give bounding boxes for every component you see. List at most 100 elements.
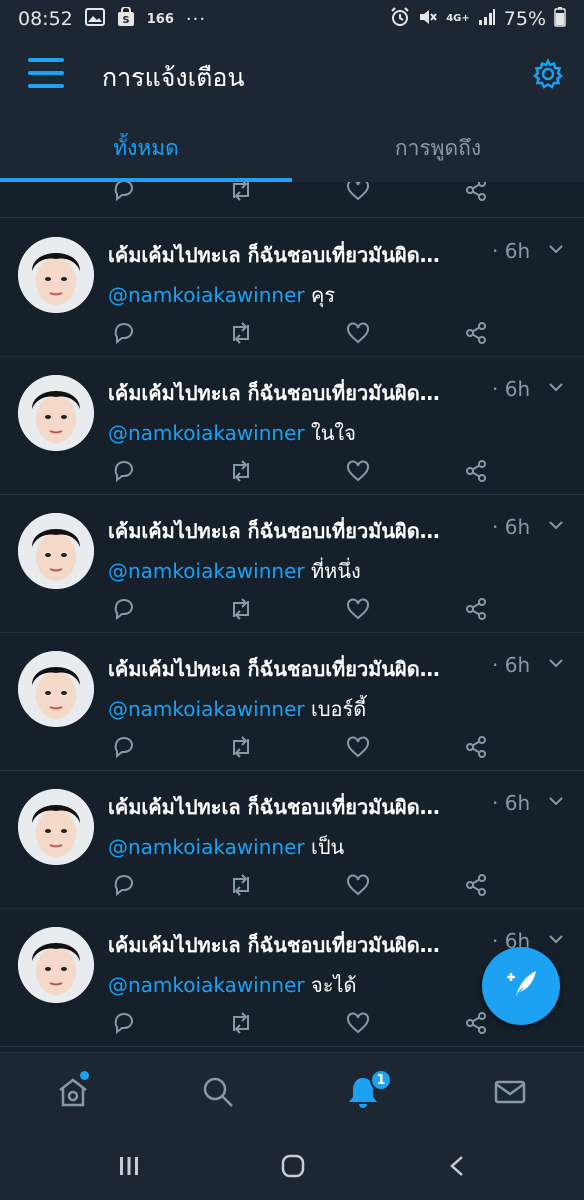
notification-content: เค้มเค้มไปทะเล ก็ฉันชอบเที่ยวมันผิด… · 6… (108, 653, 531, 725)
back-button[interactable] (446, 1154, 470, 1182)
avatar[interactable] (18, 513, 94, 589)
reply-icon[interactable] (112, 597, 136, 621)
chevron-down-icon[interactable] (548, 379, 564, 395)
nav-messages[interactable] (493, 1075, 527, 1109)
share-icon[interactable] (464, 597, 488, 621)
notification-time: · 6h (492, 791, 531, 815)
reply-icon[interactable] (112, 873, 136, 897)
like-icon[interactable] (346, 182, 370, 202)
tweet-actions (108, 182, 500, 202)
notification-time: · 6h (492, 653, 531, 677)
menu-line (28, 84, 64, 88)
reply-text: เบอร์ดี้ (310, 697, 367, 721)
compose-tweet-button[interactable] (482, 947, 560, 1025)
home-button[interactable] (281, 1154, 305, 1182)
signal-icon (478, 8, 496, 31)
notification-reply: @namkoiakawinner คุร (108, 279, 528, 311)
avatar[interactable] (18, 375, 94, 451)
compose-feather-icon (502, 965, 540, 1007)
notification-item[interactable]: เค้มเค้มไปทะเล ก็ฉันชอบเที่ยวมันผิด… · 6… (0, 357, 584, 495)
notifications-feed[interactable]: เค้มเค้มไปทะเล ก็ฉันชอบเที่ยวมันผิด… · 6… (0, 182, 584, 1052)
nav-notifications[interactable]: 1 (346, 1069, 392, 1109)
avatar[interactable] (18, 927, 94, 1003)
retweet-icon[interactable] (228, 1011, 252, 1035)
notification-item[interactable]: เค้มเค้มไปทะเล ก็ฉันชอบเที่ยวมันผิด… · 6… (0, 219, 584, 357)
reply-icon[interactable] (112, 735, 136, 759)
notification-tabs: ทั้งหมด การพูดถึง (0, 114, 584, 182)
notification-title: เค้มเค้มไปทะเล ก็ฉันชอบเที่ยวมันผิด… (108, 657, 440, 681)
tweet-actions (108, 1011, 500, 1035)
mention-link[interactable]: @namkoiakawinner (108, 835, 305, 859)
top-app-bar: การแจ้งเตือน (0, 38, 584, 114)
reply-icon[interactable] (112, 321, 136, 345)
share-icon[interactable] (464, 182, 488, 202)
retweet-icon[interactable] (228, 597, 252, 621)
share-icon[interactable] (464, 873, 488, 897)
avatar[interactable] (18, 789, 94, 865)
share-icon[interactable] (464, 1011, 488, 1035)
like-icon[interactable] (346, 735, 370, 759)
notification-reply: @namkoiakawinner เบอร์ดี้ (108, 693, 528, 725)
chevron-down-icon[interactable] (548, 655, 564, 671)
mute-icon (418, 7, 438, 32)
notification-item[interactable]: เค้มเค้มไปทะเล ก็ฉันชอบเที่ยวมันผิด… · 6… (0, 771, 584, 909)
notification-content: เค้มเค้มไปทะเล ก็ฉันชอบเที่ยวมันผิด… · 6… (108, 515, 530, 587)
mention-link[interactable]: @namkoiakawinner (108, 973, 305, 997)
retweet-icon[interactable] (228, 735, 252, 759)
share-icon[interactable] (464, 321, 488, 345)
notification-content: เค้มเค้มไปทะเล ก็ฉันชอบเที่ยวมันผิด… · 6… (108, 239, 531, 311)
gallery-icon (84, 7, 105, 31)
recent-apps-icon (117, 1157, 141, 1182)
notifications-badge: 1 (370, 1069, 392, 1091)
bottom-navigation: 1 (0, 1052, 584, 1132)
notification-time: · 6h (492, 239, 531, 263)
notification-content: เค้มเค้มไปทะเล ก็ฉันชอบเที่ยวมันผิด… · 6… (108, 377, 530, 449)
reply-icon[interactable] (112, 1011, 136, 1035)
like-icon[interactable] (346, 873, 370, 897)
status-bar: 08:52 S 166 ··· 4G+ 75% (0, 0, 584, 38)
notification-reply: @namkoiakawinner ในใจ (108, 417, 528, 449)
reply-icon[interactable] (112, 459, 136, 483)
notification-item[interactable]: เค้มเค้มไปทะเล ก็ฉันชอบเที่ยวมันผิด… · 6… (0, 495, 584, 633)
share-icon[interactable] (464, 735, 488, 759)
retweet-icon[interactable] (228, 873, 252, 897)
nav-home[interactable] (56, 1071, 90, 1109)
mention-link[interactable]: @namkoiakawinner (108, 697, 305, 721)
notification-content: เค้มเค้มไปทะเล ก็ฉันชอบเที่ยวมันผิด… · 6… (108, 929, 530, 1001)
shopping-bag-icon: S (117, 5, 135, 32)
reply-text: เป็น (310, 835, 345, 859)
nav-search[interactable] (201, 1075, 235, 1109)
retweet-icon[interactable] (228, 321, 252, 345)
tab-all[interactable]: ทั้งหมด (0, 114, 292, 182)
chevron-down-icon[interactable] (548, 241, 564, 257)
menu-button[interactable] (28, 58, 64, 88)
mention-link[interactable]: @namkoiakawinner (108, 283, 305, 307)
system-navigation-bar (0, 1132, 584, 1200)
partial-notification-row[interactable] (0, 182, 584, 218)
like-icon[interactable] (346, 321, 370, 345)
avatar[interactable] (18, 237, 94, 313)
chevron-down-icon[interactable] (548, 931, 564, 947)
mention-link[interactable]: @namkoiakawinner (108, 559, 305, 583)
retweet-icon[interactable] (228, 459, 252, 483)
recent-apps-button[interactable] (117, 1154, 141, 1182)
notification-item[interactable]: เค้มเค้มไปทะเล ก็ฉันชอบเที่ยวมันผิด… · 6… (0, 633, 584, 771)
new-content-dot (80, 1071, 89, 1080)
network-type: 4G+ (446, 13, 470, 24)
chevron-down-icon[interactable] (548, 517, 564, 533)
share-icon[interactable] (464, 459, 488, 483)
avatar[interactable] (18, 651, 94, 727)
chevron-down-icon[interactable] (548, 793, 564, 809)
retweet-icon[interactable] (228, 182, 252, 202)
home-circle-icon (281, 1154, 305, 1182)
reply-icon[interactable] (112, 182, 136, 202)
tab-mentions[interactable]: การพูดถึง (292, 114, 584, 182)
like-icon[interactable] (346, 597, 370, 621)
notification-title: เค้มเค้มไปทะเล ก็ฉันชอบเที่ยวมันผิด… (108, 933, 440, 957)
mention-link[interactable]: @namkoiakawinner (108, 421, 305, 445)
like-icon[interactable] (346, 459, 370, 483)
notification-reply: @namkoiakawinner จะได้ (108, 969, 528, 1001)
menu-line (28, 71, 64, 75)
like-icon[interactable] (346, 1011, 370, 1035)
settings-gear-icon[interactable] (532, 58, 564, 90)
